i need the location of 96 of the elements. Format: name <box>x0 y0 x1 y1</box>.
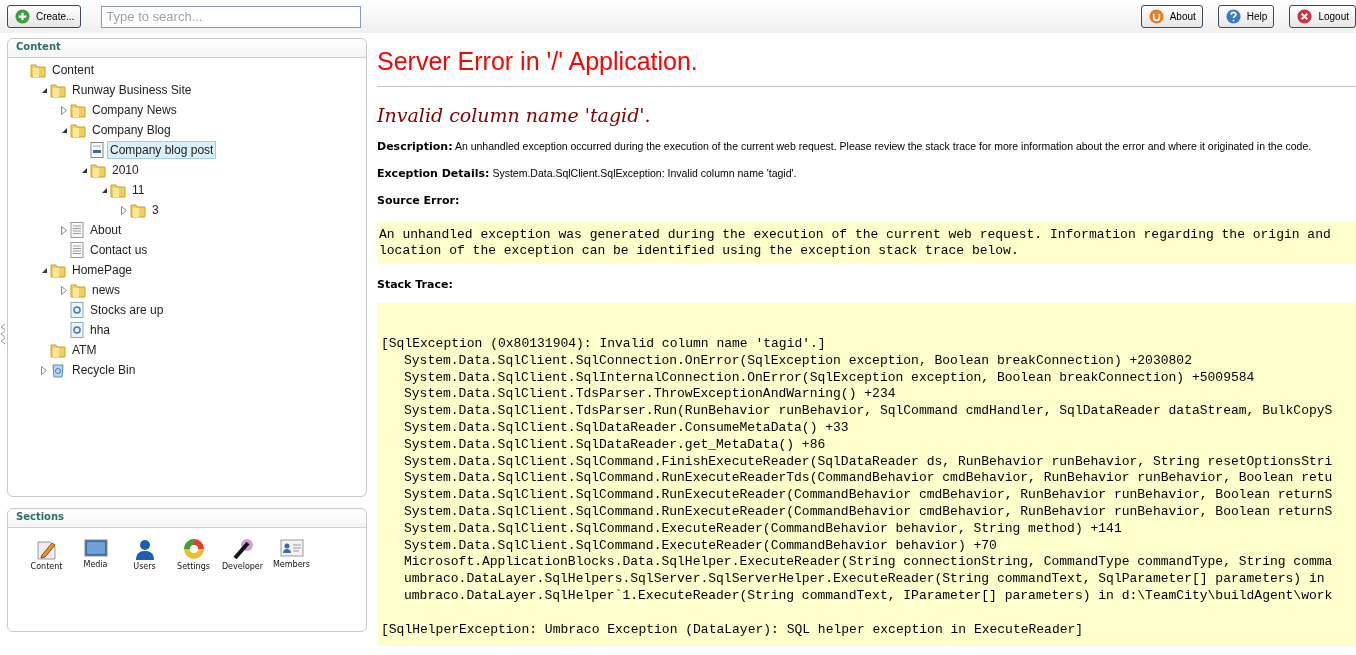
help-button[interactable]: Help <box>1217 5 1275 28</box>
stack-frame-line: System.Data.SqlClient.TdsParser.ThrowExceptionAndWarning() +234 <box>403 386 897 404</box>
collapsed-arrow-icon[interactable] <box>61 225 67 235</box>
section-label: Settings <box>177 562 210 571</box>
exception-details-text: Exception Details: System.Data.SqlClient.SqlException: Invalid column name 'tagid'. <box>377 167 798 180</box>
folder-icon <box>50 262 66 278</box>
magic-wand-icon <box>231 538 254 560</box>
create-button[interactable]: Create... <box>7 5 82 28</box>
panel-title: Sections <box>8 509 366 528</box>
picture-icon <box>83 538 108 558</box>
stack-frame-line: umbraco.DataLayer.SqlHelpers.SqlServer.SqlServerHelper.ExecuteReader(String commandText, SqlParameter[] parameters) in <box>403 571 1326 588</box>
folder-icon <box>50 342 66 358</box>
stack-frame-line: System.Data.SqlClient.SqlCommand.FinishExecuteReader(SqlDataReader ds, RunBehavior runBehavior, String resetOptionsStri <box>403 453 1334 471</box>
folder-icon <box>50 82 66 98</box>
folder-icon <box>70 122 86 138</box>
tree-item[interactable]: Runway Business Site <box>69 81 195 99</box>
tree-item[interactable]: Company Blog <box>89 121 174 139</box>
stack-frame-line: System.Data.SqlClient.SqlCommand.ExecuteReader(CommandBehavior behavior) +70 <box>403 537 998 555</box>
section-item[interactable]: Users <box>120 538 169 571</box>
pencil-page-icon <box>35 538 58 560</box>
source-error-code: An unhandled exception was generated during the execution of the current web request. Information regarding the origin and location of the exception can be identified using the exception stack trace below. <box>377 222 1356 264</box>
tree-item[interactable]: 3 <box>149 201 162 219</box>
tree-item[interactable]: Company blog post <box>107 141 217 159</box>
help-icon <box>1225 9 1241 24</box>
exception-line: [SqlException (0x80131904): Invalid column name 'tagid'.] <box>381 336 827 353</box>
plus-icon <box>15 9 30 24</box>
expanded-arrow-icon[interactable] <box>60 126 68 134</box>
stack-frame-line: System.Data.SqlClient.SqlConnection.OnError(SqlException exception, Boolean breakConnection) +2030802 <box>403 352 1193 370</box>
section-label: Developer <box>221 562 264 571</box>
user-icon <box>133 538 156 560</box>
stack-frame-line: System.Data.SqlClient.SqlCommand.RunExecuteReader(CommandBehavior cmdBehavior, RunBehavior runBehavior, Boolean returnS <box>403 503 1334 521</box>
expanded-arrow-icon[interactable] <box>40 86 48 94</box>
section-label: Members <box>272 560 311 569</box>
stack-frame-line: System.Data.SqlClient.SqlCommand.RunExecuteReaderTds(CommandBehavior cmdBehavior, RunBehavior runBehavior, Boolean retu <box>403 470 1334 488</box>
section-item[interactable]: Media <box>71 538 120 571</box>
recycle-bin-icon <box>50 362 66 378</box>
collapse-arrows-icon[interactable] <box>0 323 6 345</box>
folder-icon <box>110 182 126 198</box>
page-icon <box>70 302 84 318</box>
stack-frame-line: System.Data.SqlClient.SqlCommand.RunExecuteReader(CommandBehavior cmdBehavior, RunBehavior runBehavior, Boolean returnS <box>403 487 1334 504</box>
folder-icon <box>70 102 86 118</box>
stack-frame-line: Microsoft.ApplicationBlocks.Data.SqlHelper.ExecuteReader(String connectionString, CommandType commandType, String comma <box>403 554 1334 572</box>
search-field[interactable]: Type to search... <box>101 5 362 28</box>
section-item[interactable]: Developer <box>218 538 267 571</box>
tree-item[interactable]: 2010 <box>109 161 142 179</box>
page-icon <box>70 322 84 338</box>
error-message: Invalid column name 'tagid'. <box>377 104 652 126</box>
collapsed-arrow-icon[interactable] <box>61 285 67 295</box>
stack-trace-label: Stack Trace: <box>377 278 454 291</box>
tree-item[interactable]: About <box>87 221 125 239</box>
tree-item[interactable]: 11 <box>129 181 148 199</box>
tree-item[interactable]: Recycle Bin <box>69 361 139 379</box>
stack-frame-line: System.Data.SqlClient.SqlDataReader.ConsumeMetaData() +33 <box>403 420 850 437</box>
document-icon <box>70 242 84 258</box>
stack-frame-line: System.Data.SqlClient.SqlInternalConnection.OnError(SqlException exception, Boolean breakConnection) +5009584 <box>403 369 1256 387</box>
tree-item[interactable]: hha <box>87 321 114 339</box>
section-item[interactable]: Content <box>22 538 71 571</box>
tree-item[interactable]: ATM <box>69 341 100 359</box>
tree-item[interactable]: news <box>89 281 123 299</box>
collapsed-arrow-icon[interactable] <box>121 205 127 215</box>
folder-icon <box>30 62 46 78</box>
section-item[interactable]: Members <box>267 538 316 571</box>
section-label: Media <box>83 560 108 569</box>
stack-frame-line: umbraco.DataLayer.SqlHelper`1.ExecuteReader(String commandText, IParameter[] parameters) in d:\TeamCity\buildAgent\work <box>403 587 1334 605</box>
description-text: Description: An unhandled exception occurred during the execution of the current web request. Please review the stack trace for more information about the error and where it originated in the code. <box>377 140 1313 153</box>
stack-frame-line: System.Data.SqlClient.SqlCommand.ExecuteReader(CommandBehavior behavior, String method) +141 <box>403 520 1123 538</box>
about-button[interactable]: About <box>1140 5 1203 28</box>
tree-item[interactable]: Contact us <box>87 241 151 259</box>
expanded-arrow-icon[interactable] <box>100 186 108 194</box>
section-item[interactable]: Settings <box>169 538 218 571</box>
member-card-icon <box>279 538 304 558</box>
exception-line: [SqlHelperException: Umbraco Exception (DataLayer): SQL helper exception in ExecuteReader] <box>381 621 1085 639</box>
error-title: Server Error in '/' Application. <box>377 47 1356 87</box>
logout-button[interactable]: Logout <box>1289 5 1356 28</box>
stack-frame-line: System.Data.SqlClient.SqlDataReader.get_MetaData() +86 <box>403 436 827 454</box>
close-icon <box>1297 9 1313 24</box>
source-error-label: Source Error: <box>377 194 461 207</box>
expanded-arrow-icon[interactable] <box>80 166 88 174</box>
document-icon <box>70 222 84 238</box>
document-icon <box>90 142 104 158</box>
tree-item[interactable]: Content <box>49 61 98 79</box>
section-label: Content <box>30 562 63 571</box>
folder-icon <box>90 162 106 178</box>
color-sphere-icon <box>182 538 205 560</box>
info-icon <box>1148 9 1164 24</box>
tree-item[interactable]: HomePage <box>69 261 136 279</box>
folder-icon <box>130 202 146 218</box>
expanded-arrow-icon[interactable] <box>40 266 48 274</box>
collapsed-arrow-icon[interactable] <box>41 365 47 375</box>
collapsed-arrow-icon[interactable] <box>61 105 67 115</box>
stack-frame-line: System.Data.SqlClient.TdsParser.Run(RunBehavior runBehavior, SqlCommand cmdHandler, SqlDataReader dataStream, BulkCopyS <box>403 403 1334 420</box>
section-label: Users <box>133 562 156 571</box>
tree-item[interactable]: Stocks are up <box>87 301 167 319</box>
tree-item[interactable]: Company News <box>89 101 180 119</box>
panel-title: Content <box>8 39 366 58</box>
folder-icon <box>70 282 86 298</box>
